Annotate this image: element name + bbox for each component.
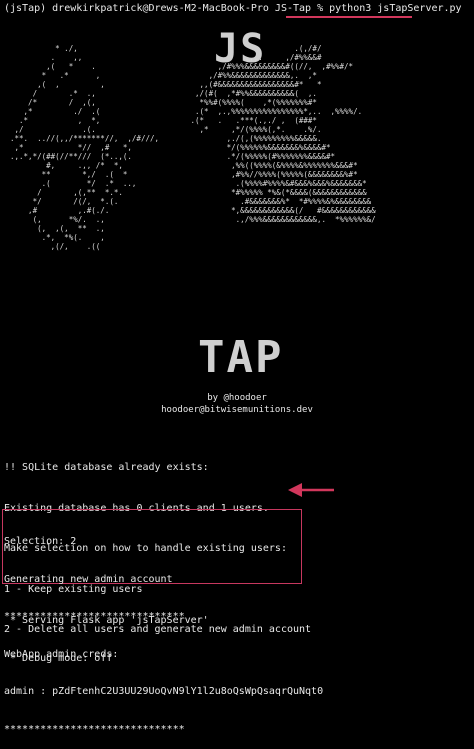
output-line: !! SQLite database already exists: — [4, 462, 209, 473]
ascii-art-right: .(,/#/ .,,. ,/#%%&&# ,/#%%%&&&&&&&&&#((/… — [190, 44, 376, 224]
admin-credentials[interactable]: admin : pZdFtenhC2U3UU29UoQvN9lY1l2u8oQs… — [4, 686, 323, 699]
credits: by @hoodoer hoodoer@bitwisemunitions.dev — [0, 392, 474, 416]
flask-line: * Debug mode: off — [4, 652, 113, 664]
command-highlight-underline — [286, 16, 412, 18]
status-line: Generating new admin account — [4, 573, 173, 585]
flask-line: * Serving Flask app 'jsTapServer' — [4, 615, 209, 626]
ascii-art-banner: * ./, . ,, ,( * . * .* , ,( , , / .* ., … — [10, 44, 462, 329]
prompt-text: (jsTap) drewkirkpatrick@Drews-M2-MacBook… — [4, 3, 330, 14]
command-text: python3 jsTapServer.py — [329, 3, 462, 14]
arrow-left-icon — [288, 483, 334, 497]
selection-line: Selection: 2 — [4, 536, 77, 547]
separator-line: ****************************** — [4, 723, 185, 735]
terminal-prompt-line: (jsTap) drewkirkpatrick@Drews-M2-MacBook… — [4, 3, 462, 15]
flask-output: * Serving Flask app 'jsTapServer' * Debu… — [4, 590, 209, 678]
logo-tap: TAP — [198, 332, 284, 383]
ascii-art-left: * ./, . ,, ,( * . * .* , ,( , , / .* ., … — [10, 44, 160, 251]
author-line: by @hoodoer — [207, 393, 267, 403]
author-email: hoodoer@bitwisemunitions.dev — [161, 405, 313, 415]
